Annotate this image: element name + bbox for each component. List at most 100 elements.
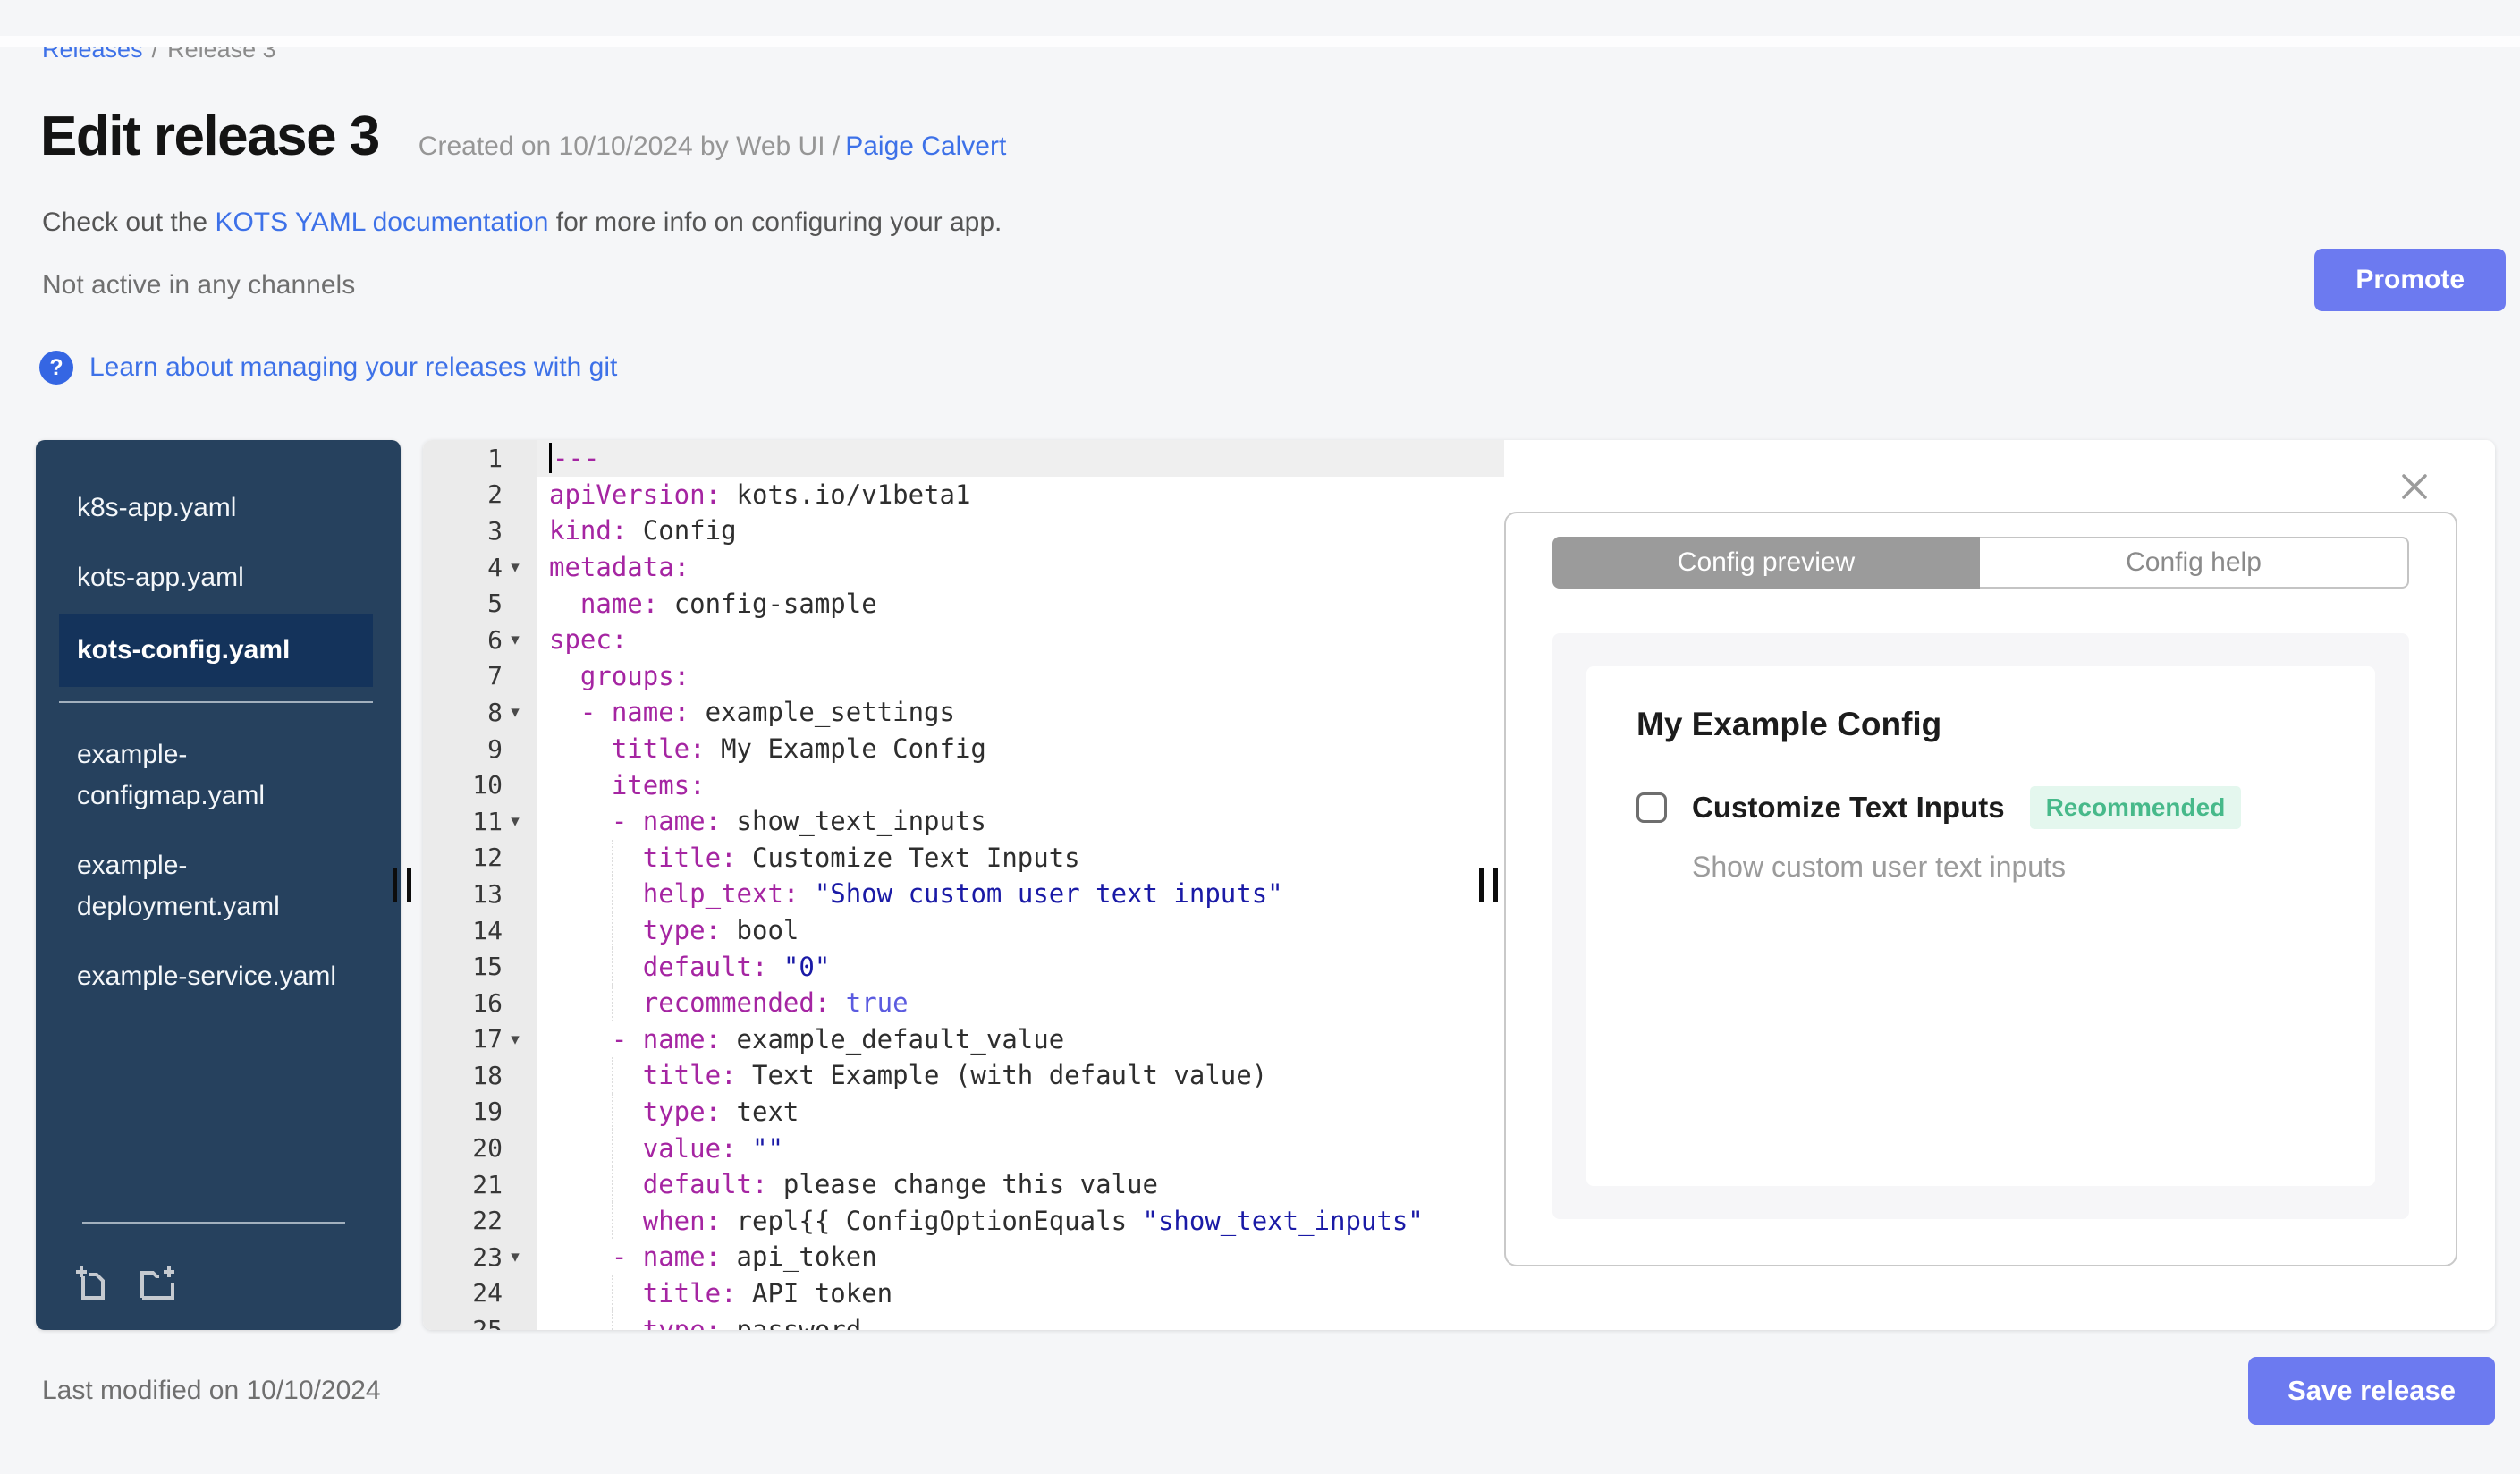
fold-caret-icon[interactable]: ▾	[503, 1029, 528, 1049]
fold-caret-icon[interactable]: ▾	[503, 557, 528, 577]
file-group-divider	[59, 700, 373, 703]
code-line-1: 1 ---	[423, 440, 1504, 477]
panel-resize-handle[interactable]	[1479, 868, 1498, 902]
customize-text-inputs-checkbox[interactable]	[1636, 792, 1667, 823]
gutter-cell: 14	[423, 916, 537, 945]
gutter-cell: 23 ▾	[423, 1242, 537, 1272]
indent-guide	[611, 839, 613, 877]
code-line-11: 11 ▾ - name: show_text_inputs	[423, 803, 1504, 840]
file-sidebar: k8s-app.yaml kots-app.yaml kots-config.yam…	[36, 440, 401, 1330]
indent-guide	[611, 911, 613, 949]
breadcrumb-releases-link[interactable]: Releases	[42, 36, 143, 63]
doc-note: Check out the KOTS YAML documentation fo…	[42, 208, 2520, 238]
code-content: items:	[611, 769, 706, 801]
config-tabs: Config preview Config help	[1552, 537, 2409, 589]
config-preview-area: My Example Config Customize Text Inputs …	[1552, 633, 2409, 1219]
line-number: 23	[472, 1241, 503, 1272]
code-line-15: 15 default: "0"	[423, 948, 1504, 985]
code-content: help_text: "Show custom user text inputs…	[537, 876, 1504, 912]
code-content: title: My Example Config	[611, 733, 986, 765]
code-content: - name: show_text_inputs	[611, 806, 986, 837]
breadcrumb: Releases / Release 3	[42, 36, 2520, 64]
code-content: type: password	[537, 1311, 1504, 1330]
sidebar-file-k8s-app.yaml[interactable]: k8s-app.yaml	[36, 476, 401, 541]
indent-guide	[611, 1093, 613, 1131]
gutter-cell: 25	[423, 1315, 537, 1330]
code-content: value: ""	[537, 1130, 1504, 1166]
line-number: 22	[472, 1206, 503, 1236]
code-content: metadata:	[549, 552, 690, 583]
author-link[interactable]: Paige Calvert	[845, 131, 1006, 161]
footer: Last modified on 10/10/2024 Save release	[42, 1357, 2495, 1425]
git-releases-link[interactable]: ? Learn about managing your releases wit…	[39, 351, 617, 385]
recommended-badge: Recommended	[2029, 786, 2242, 829]
created-prefix: Created on 10/10/2024 by Web UI /	[418, 131, 841, 161]
line-number: 16	[472, 987, 503, 1018]
save-release-button[interactable]: Save release	[2248, 1357, 2495, 1425]
fold-caret-icon[interactable]: ▾	[503, 1247, 528, 1266]
sidebar-file-kots-app.yaml[interactable]: kots-app.yaml	[36, 546, 401, 611]
code-line-5: 5 name: config-sample	[423, 585, 1504, 622]
gutter-cell: 16	[423, 988, 537, 1018]
line-number: 1	[487, 443, 503, 473]
sidebar-file-example-deployment.yaml[interactable]: example-deployment.yaml	[36, 834, 401, 940]
code-content: apiVersion: kots.io/v1beta1	[549, 479, 971, 510]
sidebar-file-example-configmap.yaml[interactable]: example-configmap.yaml	[36, 723, 401, 829]
code-line-21: 21 default: please change this value	[423, 1165, 1504, 1203]
code-line-6: 6 ▾ spec:	[423, 622, 1504, 658]
gutter-cell: 22	[423, 1206, 537, 1235]
code-line-9: 9 title: My Example Config	[423, 731, 1504, 767]
code-line-10: 10 items:	[423, 767, 1504, 803]
fold-caret-icon[interactable]: ▾	[503, 630, 528, 649]
tab-config-help[interactable]: Config help	[1980, 537, 2409, 589]
sidebar-file-example-service.yaml[interactable]: example-service.yaml	[36, 945, 401, 1010]
fold-caret-icon[interactable]: ▾	[503, 811, 528, 831]
sidebar-file-kots-config.yaml[interactable]: kots-config.yaml	[59, 614, 373, 687]
line-number: 25	[472, 1315, 503, 1330]
release-editor: k8s-app.yaml kots-app.yaml kots-config.yam…	[36, 440, 2495, 1330]
code-line-25: 25 type: password	[423, 1311, 1504, 1330]
yaml-editor[interactable]: 1 --- 2 apiVersion: kots.io/v1beta1 3 kind: C…	[423, 440, 1504, 1330]
gutter-cell: 13	[423, 879, 537, 909]
tab-config-preview[interactable]: Config preview	[1552, 537, 1980, 589]
line-number: 7	[487, 661, 503, 691]
gutter-cell: 17 ▾	[423, 1024, 537, 1054]
close-icon[interactable]	[2398, 470, 2431, 505]
kots-doc-link[interactable]: KOTS YAML documentation	[215, 208, 548, 237]
code-line-13: 13 help_text: "Show custom user text inp…	[423, 876, 1504, 912]
line-number: 10	[472, 770, 503, 801]
channel-status: Not active in any channels	[42, 270, 356, 300]
add-file-button[interactable]	[70, 1261, 113, 1307]
code-content: type: bool	[537, 911, 1504, 949]
gutter-cell: 9	[423, 734, 537, 764]
indent-guide	[611, 948, 613, 985]
gutter-cell: 7	[423, 661, 537, 690]
last-modified: Last modified on 10/10/2024	[42, 1376, 381, 1405]
doc-note-suffix: for more info on configuring your app.	[548, 208, 1002, 237]
code-line-7: 7 groups:	[423, 658, 1504, 695]
code-content: recommended: true	[537, 984, 1504, 1021]
gutter-cell: 6 ▾	[423, 625, 537, 655]
line-number: 14	[472, 915, 503, 945]
code-content: when: repl{{ ConfigOptionEquals "show_te…	[537, 1202, 1504, 1240]
git-link-label: Learn about managing your releases with …	[89, 352, 618, 382]
gutter-cell: 20	[423, 1133, 537, 1163]
code-line-8: 8 ▾ - name: example_settings	[423, 694, 1504, 731]
breadcrumb-separator: /	[151, 36, 159, 63]
line-number: 19	[472, 1097, 503, 1127]
config-group-title: My Example Config	[1636, 706, 1942, 742]
fold-caret-icon[interactable]: ▾	[503, 702, 528, 722]
code-line-20: 20 value: ""	[423, 1130, 1504, 1166]
promote-button[interactable]: Promote	[2314, 249, 2506, 311]
line-number: 5	[487, 589, 503, 619]
code-line-23: 23 ▾ - name: api_token	[423, 1239, 1504, 1275]
indent-guide	[611, 1130, 613, 1166]
code-content: - name: example_settings	[579, 697, 955, 728]
line-number: 9	[487, 733, 503, 764]
code-content: ---	[537, 440, 1504, 477]
code-line-19: 19 type: text	[423, 1093, 1504, 1131]
sidebar-resize-handle[interactable]	[393, 868, 411, 902]
code-content: name: config-sample	[579, 588, 877, 619]
add-folder-button[interactable]	[136, 1261, 179, 1307]
config-card: Config preview Config help My Example Con…	[1504, 512, 2457, 1266]
